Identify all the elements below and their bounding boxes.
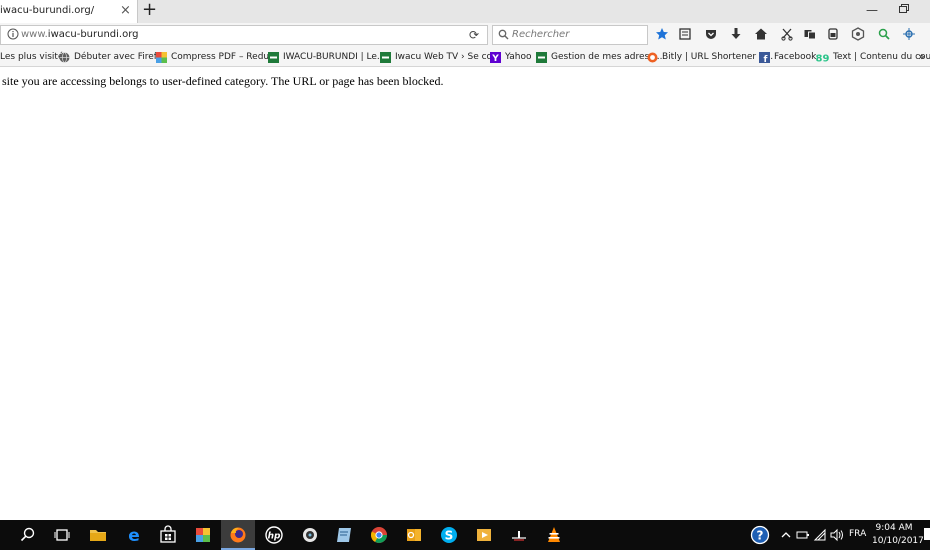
svg-text:Y: Y	[491, 54, 499, 63]
bookmark-item[interactable]: Débuter avec Firefox	[59, 50, 168, 64]
url-domain: iwacu-burundi.org	[47, 29, 139, 40]
url-text[interactable]: www.iwacu-burundi.org	[21, 29, 139, 40]
bookmark-item[interactable]: Y Yahoo	[490, 50, 532, 64]
search-icon	[498, 29, 509, 40]
home-icon[interactable]	[754, 27, 768, 41]
svg-text:89: 89	[816, 53, 829, 63]
bitly-icon	[647, 52, 658, 62]
yahoo-icon: Y	[490, 51, 501, 63]
globe-icon	[59, 51, 70, 63]
photos-icon[interactable]	[193, 525, 213, 545]
pocket-icon[interactable]	[704, 27, 718, 41]
pdf-icon	[156, 51, 167, 63]
search-placeholder: Rechercher	[512, 29, 570, 40]
taskbar: e hp S ? FRA 9:04 AM 10/10/2017	[0, 520, 930, 550]
bookmark-item[interactable]: Bitly | URL Shortener a...	[647, 50, 773, 64]
bookmark-item[interactable]: Gestion de mes adress...	[536, 50, 663, 64]
store-icon[interactable]	[158, 525, 178, 545]
clock-date[interactable]: 10/10/2017	[872, 536, 924, 546]
svg-text:S: S	[445, 529, 454, 543]
app-icon[interactable]	[509, 525, 529, 545]
extension-icon[interactable]	[803, 27, 817, 41]
bookmark-label: Yahoo	[505, 52, 532, 62]
bookmark-label: Iwacu Web TV › Se co...	[395, 52, 501, 62]
edge-icon[interactable]: e	[124, 525, 144, 545]
volume-icon[interactable]	[830, 528, 844, 542]
chevron-up-icon[interactable]	[779, 528, 793, 542]
download-icon[interactable]	[729, 27, 743, 41]
bookmark-label: Compress PDF – Redu...	[171, 52, 278, 62]
url-prefix: www.	[21, 29, 48, 40]
page-content: site you are accessing belongs to user-d…	[0, 67, 930, 520]
nav-bar: www.iwacu-burundi.org ⟳ Rechercher	[0, 23, 930, 47]
tab-title: iwacu-burundi.org/	[0, 5, 95, 16]
bookmark-label: Text | Contenu du cou...	[833, 52, 930, 62]
bookmarks-toolbar: Les plus visités Débuter avec Firefox Co…	[0, 47, 930, 67]
restore-icon[interactable]	[899, 4, 909, 13]
bookmark-item[interactable]: IWACU-BURUNDI | Le...	[268, 50, 386, 64]
tab-strip: iwacu-burundi.org/ × + —	[0, 0, 930, 23]
media-player-icon[interactable]	[474, 525, 494, 545]
bookmark-item[interactable]: Compress PDF – Redu...	[156, 50, 278, 64]
close-icon[interactable]: ×	[120, 3, 132, 18]
task-view-icon[interactable]	[52, 525, 72, 545]
battery-icon[interactable]	[796, 528, 810, 542]
minimize-icon[interactable]: —	[866, 3, 878, 17]
file-explorer-icon[interactable]	[88, 525, 108, 545]
camera-icon[interactable]	[300, 525, 320, 545]
clock-time[interactable]: 9:04 AM	[872, 523, 916, 533]
bookmark-label: Facebook	[774, 52, 817, 62]
search-extension-icon[interactable]	[877, 27, 891, 41]
iwacu-icon	[268, 51, 279, 63]
extension-icon[interactable]	[902, 27, 916, 41]
notes-icon[interactable]	[334, 525, 354, 545]
reload-icon[interactable]: ⟳	[469, 28, 481, 42]
screenshot-icon[interactable]	[780, 27, 794, 41]
text-icon: 89	[816, 53, 829, 63]
bookmark-star-icon[interactable]	[655, 27, 669, 41]
info-icon[interactable]	[7, 28, 19, 40]
help-icon[interactable]: ?	[750, 525, 770, 545]
bookmarks-overflow-button[interactable]: »	[918, 50, 925, 63]
bookmark-item[interactable]: 89 Text | Contenu du cou...	[816, 50, 930, 64]
chrome-icon[interactable]	[369, 525, 389, 545]
svg-text:?: ?	[757, 529, 764, 543]
new-tab-button[interactable]: +	[142, 1, 158, 21]
bookmark-label: IWACU-BURUNDI | Le...	[283, 52, 386, 62]
extension-icon[interactable]	[826, 27, 840, 41]
search-bar[interactable]: Rechercher	[492, 25, 648, 45]
vlc-icon[interactable]	[544, 525, 564, 545]
bookmark-item[interactable]: Les plus visités	[0, 50, 68, 64]
language-indicator[interactable]: FRA	[849, 529, 866, 539]
taskbar-firefox-button[interactable]	[221, 520, 255, 550]
extension-icon[interactable]	[851, 27, 865, 41]
svg-text:e: e	[128, 526, 140, 545]
iwacu-icon	[380, 51, 391, 63]
outlook-icon[interactable]	[404, 525, 424, 545]
wifi-icon[interactable]	[813, 528, 827, 542]
search-icon[interactable]	[18, 525, 38, 545]
url-bar[interactable]: www.iwacu-burundi.org ⟳	[0, 25, 488, 45]
bookmark-label: Les plus visités	[0, 52, 69, 62]
bookmark-item[interactable]: f Facebook	[759, 50, 816, 64]
browser-tab[interactable]: iwacu-burundi.org/ ×	[0, 0, 138, 23]
svg-text:hp: hp	[268, 532, 281, 542]
firefox-icon	[230, 527, 246, 543]
blocked-message: site you are accessing belongs to user-d…	[2, 74, 444, 88]
bookmark-label: Gestion de mes adress...	[551, 52, 663, 62]
reading-list-icon[interactable]	[678, 27, 692, 41]
bookmark-label: Débuter avec Firefox	[74, 52, 168, 62]
bookmark-label: Bitly | URL Shortener a...	[662, 52, 774, 62]
svg-text:f: f	[764, 55, 768, 63]
action-center-icon[interactable]	[924, 528, 930, 540]
hp-icon[interactable]: hp	[264, 525, 284, 545]
skype-icon[interactable]: S	[439, 525, 459, 545]
iwacu-icon	[536, 51, 547, 63]
bookmark-item[interactable]: Iwacu Web TV › Se co...	[380, 50, 501, 64]
facebook-icon: f	[759, 51, 770, 63]
